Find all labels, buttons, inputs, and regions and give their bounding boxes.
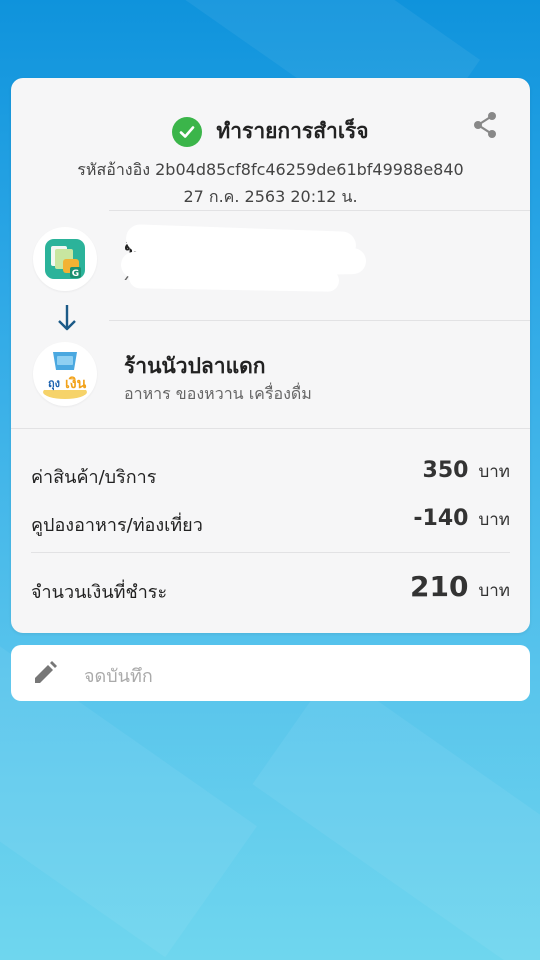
g-wallet-app-icon: G [45, 239, 85, 279]
total-value: 210 บาท [410, 570, 510, 604]
tung-ngern-logo-icon: ถุง เงิน [41, 352, 89, 399]
subtotal-amount: 350 [422, 458, 469, 483]
arrow-down-icon [55, 302, 79, 334]
svg-text:เงิน: เงิน [65, 376, 87, 392]
background-facet [252, 669, 540, 960]
receipt-header: ทำรายการสำเร็จ รหัสอ้างอิง 2b04d85cf8fc4… [11, 78, 530, 208]
note-placeholder: จดบันทึก [84, 666, 153, 687]
subtotal-value: 350 บาท [423, 458, 510, 485]
coupon-label: คูปองอาหาร/ท่องเที่ยว [31, 515, 203, 536]
merchant-name: ร้านนัวปลาแดก [124, 354, 266, 378]
note-field[interactable]: จดบันทึก [11, 645, 530, 701]
divider [109, 320, 530, 321]
transaction-datetime: 27 ก.ค. 2563 20:12 น. [183, 187, 358, 206]
divider [31, 552, 510, 553]
reference-code: รหัสอ้างอิง 2b04d85cf8fc46259de61bf49988… [77, 160, 464, 179]
sender-avatar: G [33, 227, 97, 291]
receipt-card: ทำรายการสำเร็จ รหัสอ้างอิง 2b04d85cf8fc4… [11, 78, 530, 633]
divider [11, 428, 530, 429]
divider [109, 210, 530, 211]
subtotal-label: ค่าสินค้า/บริการ [31, 467, 157, 488]
success-check-icon [172, 116, 203, 147]
coupon-amount: -140 [413, 506, 469, 531]
status-row: ทำรายการสำเร็จ [11, 115, 530, 148]
merchant-category: อาหาร ของหวาน เครื่องดื่ม [124, 384, 312, 403]
coupon-value: -140 บาท [413, 506, 510, 533]
subtotal-unit: บาท [478, 462, 510, 482]
coupon-unit: บาท [478, 510, 510, 530]
total-label: จำนวนเงินที่ชำระ [31, 582, 168, 603]
svg-text:G: G [72, 269, 79, 279]
redaction-mark [128, 266, 340, 292]
total-amount: 210 [410, 570, 469, 603]
svg-text:ถุง: ถุง [48, 377, 60, 391]
status-title: ทำรายการสำเร็จ [216, 119, 369, 143]
share-icon[interactable] [470, 110, 500, 140]
merchant-avatar: ถุง เงิน [33, 342, 97, 406]
pencil-icon [31, 659, 59, 687]
payment-result-screen: ทำรายการสำเร็จ รหัสอ้างอิง 2b04d85cf8fc4… [0, 0, 540, 960]
total-unit: บาท [478, 581, 510, 601]
